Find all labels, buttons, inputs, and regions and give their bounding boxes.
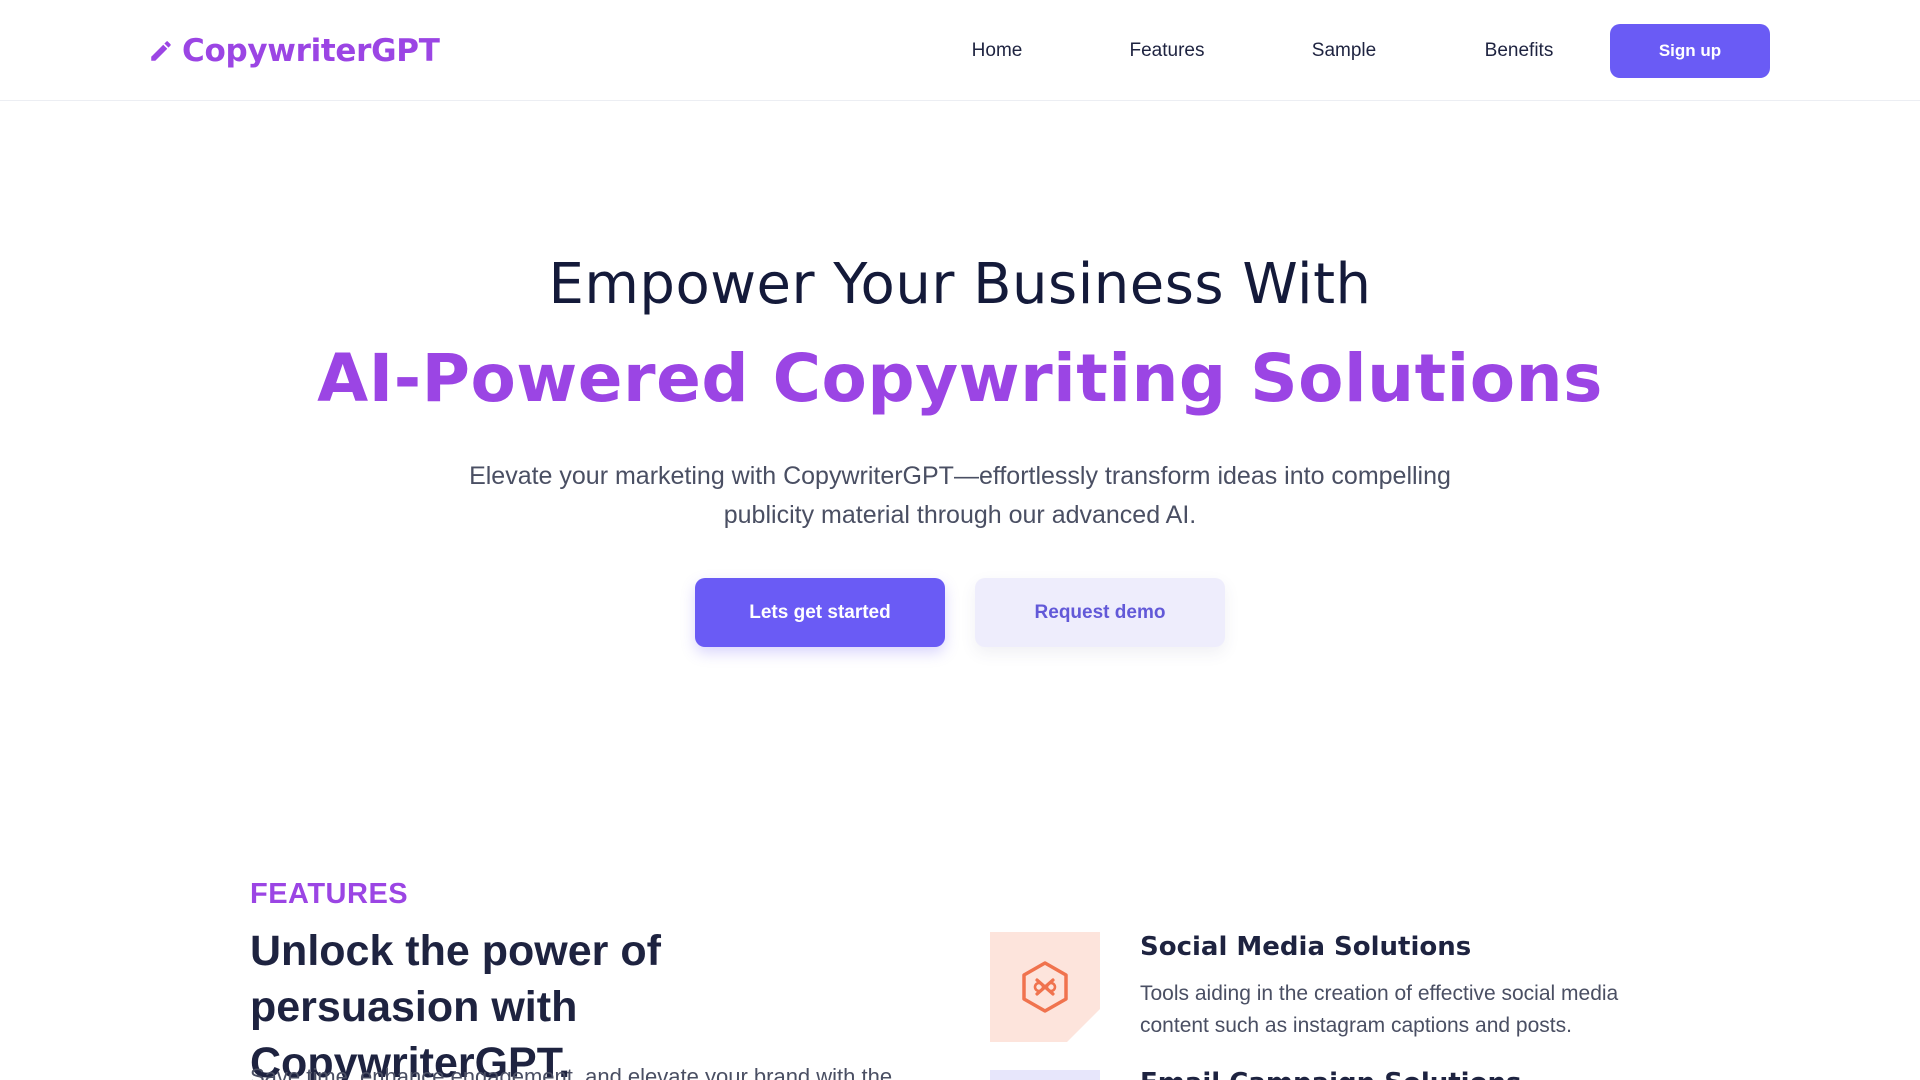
nav-link-features[interactable]: Features xyxy=(1130,36,1205,66)
hero-title: Empower Your Business With xyxy=(548,252,1372,317)
social-media-card-text: Tools aiding in the creation of effectiv… xyxy=(1140,982,1619,1037)
email-card-title: Email Campaign Solutions xyxy=(1140,1068,1521,1080)
signup-button[interactable]: Sign up xyxy=(1610,24,1770,78)
social-media-card-title: Social Media Solutions xyxy=(1140,932,1472,962)
email-icon xyxy=(990,1070,1100,1080)
hexagon-link-icon xyxy=(990,932,1100,1042)
nav-link-home[interactable]: Home xyxy=(972,36,1023,66)
request-demo-button[interactable]: Request demo xyxy=(975,578,1225,647)
get-started-button[interactable]: Lets get started xyxy=(695,578,945,647)
features-description: Save time, enhance engagement, and eleva… xyxy=(250,1064,893,1080)
features-heading: Unlock the power of persuasion with Copy… xyxy=(250,927,661,1080)
nav-link-benefits[interactable]: Benefits xyxy=(1485,36,1554,66)
site-header: CopywriterGPT Home Features Sample Benef… xyxy=(0,0,1920,101)
features-eyebrow: FEATURES xyxy=(250,878,409,910)
hero-highlight-title: AI-Powered Copywriting Solutions xyxy=(317,340,1603,417)
nav-link-sample[interactable]: Sample xyxy=(1312,36,1376,66)
hero-subtitle: Elevate your marketing with CopywriterGP… xyxy=(469,462,1451,529)
